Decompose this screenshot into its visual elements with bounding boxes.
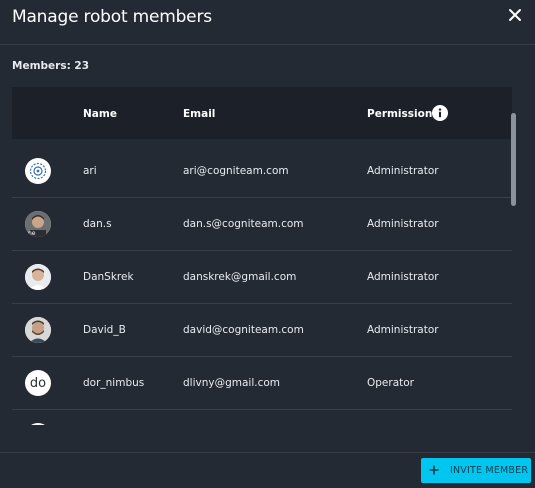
- plus-icon: [429, 463, 443, 479]
- column-header-email[interactable]: Email: [183, 108, 215, 120]
- scrollbar-thumb[interactable]: [511, 113, 516, 206]
- table-row[interactable]: ne dan.s dan.s@cogniteam.com Administrat…: [12, 198, 512, 251]
- member-permission[interactable]: Administrator: [367, 218, 439, 230]
- member-permission[interactable]: Administrator: [367, 165, 439, 177]
- member-name: DanSkrek: [83, 271, 134, 283]
- user-photo: [25, 317, 51, 343]
- column-header-permission[interactable]: Permission: [367, 108, 432, 120]
- member-email: dlivny@gmail.com: [183, 377, 281, 389]
- members-count: Members: 23: [12, 60, 90, 72]
- avatar: [25, 317, 51, 343]
- user-photo: ne: [25, 211, 51, 237]
- avatar: [25, 264, 51, 290]
- column-header-name[interactable]: Name: [83, 108, 117, 120]
- member-email: danskrek@gmail.com: [183, 271, 297, 283]
- manage-members-dialog: Manage robot members Members: 23 Name Em…: [0, 0, 535, 488]
- avatar: do: [25, 370, 51, 396]
- table-row[interactable]: [12, 410, 512, 425]
- dialog-title: Manage robot members: [12, 7, 212, 27]
- close-button[interactable]: [505, 5, 525, 25]
- members-list: ari ari@cogniteam.com Administrator ne d…: [12, 145, 512, 425]
- member-name: dan.s: [83, 218, 112, 230]
- member-email: david@cogniteam.com: [183, 324, 304, 336]
- member-email: ari@cogniteam.com: [183, 165, 289, 177]
- member-permission[interactable]: Administrator: [367, 271, 439, 283]
- member-name: David_B: [83, 324, 126, 336]
- table-row[interactable]: David_B david@cogniteam.com Administrato…: [12, 304, 512, 357]
- avatar-initials: do: [29, 375, 47, 391]
- close-icon: [509, 9, 521, 21]
- member-email: dan.s@cogniteam.com: [183, 218, 304, 230]
- svg-text:ne: ne: [28, 230, 36, 237]
- member-permission[interactable]: Administrator: [367, 324, 439, 336]
- table-row[interactable]: ari ari@cogniteam.com Administrator: [12, 145, 512, 198]
- avatar: [25, 423, 51, 425]
- table-row[interactable]: DanSkrek danskrek@gmail.com Administrato…: [12, 251, 512, 304]
- user-photo: [25, 264, 51, 290]
- member-name: ari: [83, 165, 97, 177]
- table-row[interactable]: do dor_nimbus dlivny@gmail.com Operator: [12, 357, 512, 410]
- avatar: [25, 158, 51, 184]
- members-table: Name Email Permission ari ari@cogniteam.…: [12, 87, 512, 425]
- table-header: Name Email Permission: [12, 87, 512, 139]
- footer-divider: [0, 452, 535, 453]
- header-divider: [0, 44, 535, 45]
- info-icon[interactable]: [432, 105, 448, 121]
- member-name: dor_nimbus: [83, 377, 145, 389]
- avatar: ne: [25, 211, 51, 237]
- invite-member-button[interactable]: INVITE MEMBER: [421, 458, 531, 483]
- robot-logo-icon: [29, 162, 47, 180]
- member-permission[interactable]: Operator: [367, 377, 414, 389]
- invite-member-label: INVITE MEMBER: [450, 465, 529, 476]
